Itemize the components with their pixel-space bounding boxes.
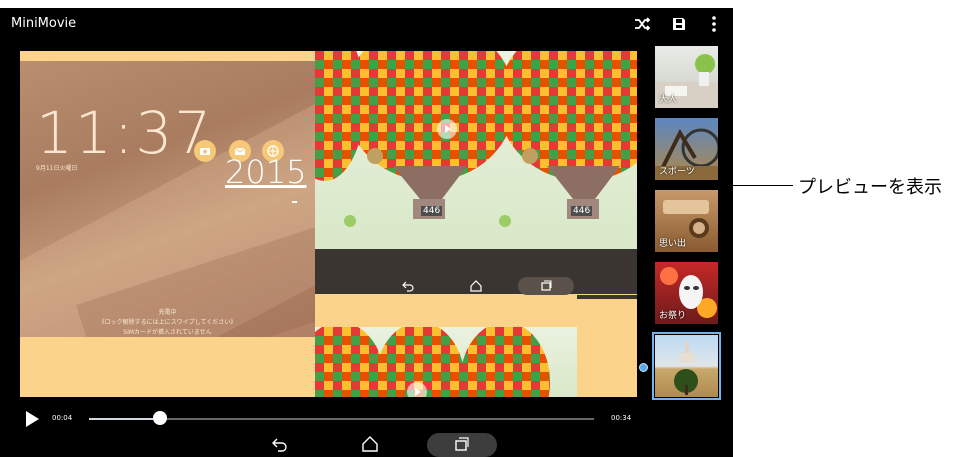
captured-navbar [315, 249, 637, 297]
video-preview[interactable]: 11:37 9月11日火曜日 充電中 《ロック解除するには上にスワイプしてくださ… [20, 51, 637, 397]
theme-label: お祭り [659, 311, 687, 321]
theme-thumbnail[interactable]: スポーツ [655, 118, 718, 180]
seek-handle[interactable] [152, 411, 167, 425]
lockscreen-clock: 11:37 [36, 99, 214, 167]
callout-line [733, 185, 793, 186]
recents-icon [539, 278, 553, 297]
theme-thumbnail-selected[interactable] [652, 332, 721, 400]
current-time: 00:04 [52, 414, 73, 422]
total-time: 00:34 [611, 414, 632, 422]
balloon-clip-bottom [315, 327, 577, 397]
more-vert-icon[interactable] [704, 14, 724, 34]
theme-thumbnail[interactable]: 大人 [655, 46, 718, 108]
shuffle-icon[interactable] [632, 14, 652, 34]
play-overlay-icon [437, 119, 457, 139]
lockscreen-swipe-hint: 《ロック解除するには上にスワイプしてください》 [98, 319, 237, 326]
nav-home-icon[interactable] [361, 435, 379, 457]
nav-recents-icon[interactable] [453, 435, 471, 457]
theme-label: 思い出 [659, 239, 687, 249]
lockscreen-status: 充電中 [158, 309, 177, 316]
balloon-label: 446 [571, 206, 593, 216]
camera-icon [194, 140, 216, 162]
home-icon [469, 278, 483, 297]
save-icon[interactable] [669, 14, 689, 34]
device-screen: MiniMovie 11:37 9月11日火曜日 充電中 《ロック解除するには上… [0, 8, 733, 457]
selection-indicator [639, 363, 648, 372]
transition-block [577, 297, 637, 397]
theme-label: スポーツ [659, 167, 695, 177]
playback-controls: 00:04 00:34 [0, 406, 733, 432]
play-overlay-icon [407, 382, 427, 397]
balloon-label: 446 [421, 206, 443, 216]
theme-thumbnail[interactable]: お祭り [655, 262, 718, 324]
system-navbar [0, 432, 733, 457]
lockscreen-sim-msg: SIMカードが挿入されていません [123, 329, 212, 336]
title-year: 2015 [225, 153, 307, 191]
nav-back-icon[interactable] [270, 435, 288, 457]
callout-label: プレビューを表示 [798, 177, 942, 198]
play-icon[interactable] [24, 410, 40, 432]
theme-thumbnail[interactable]: 思い出 [655, 190, 718, 252]
app-title: MiniMovie [11, 16, 77, 31]
back-icon [401, 278, 415, 297]
lockscreen-date: 9月11日火曜日 [36, 165, 78, 172]
title-bar: MiniMovie [0, 8, 733, 42]
lockscreen-capture: 11:37 9月11日火曜日 充電中 《ロック解除するには上にスワイプしてくださ… [20, 61, 315, 337]
theme-label: 大人 [659, 95, 678, 105]
balloon-clip-top: 446 446 [315, 51, 637, 249]
